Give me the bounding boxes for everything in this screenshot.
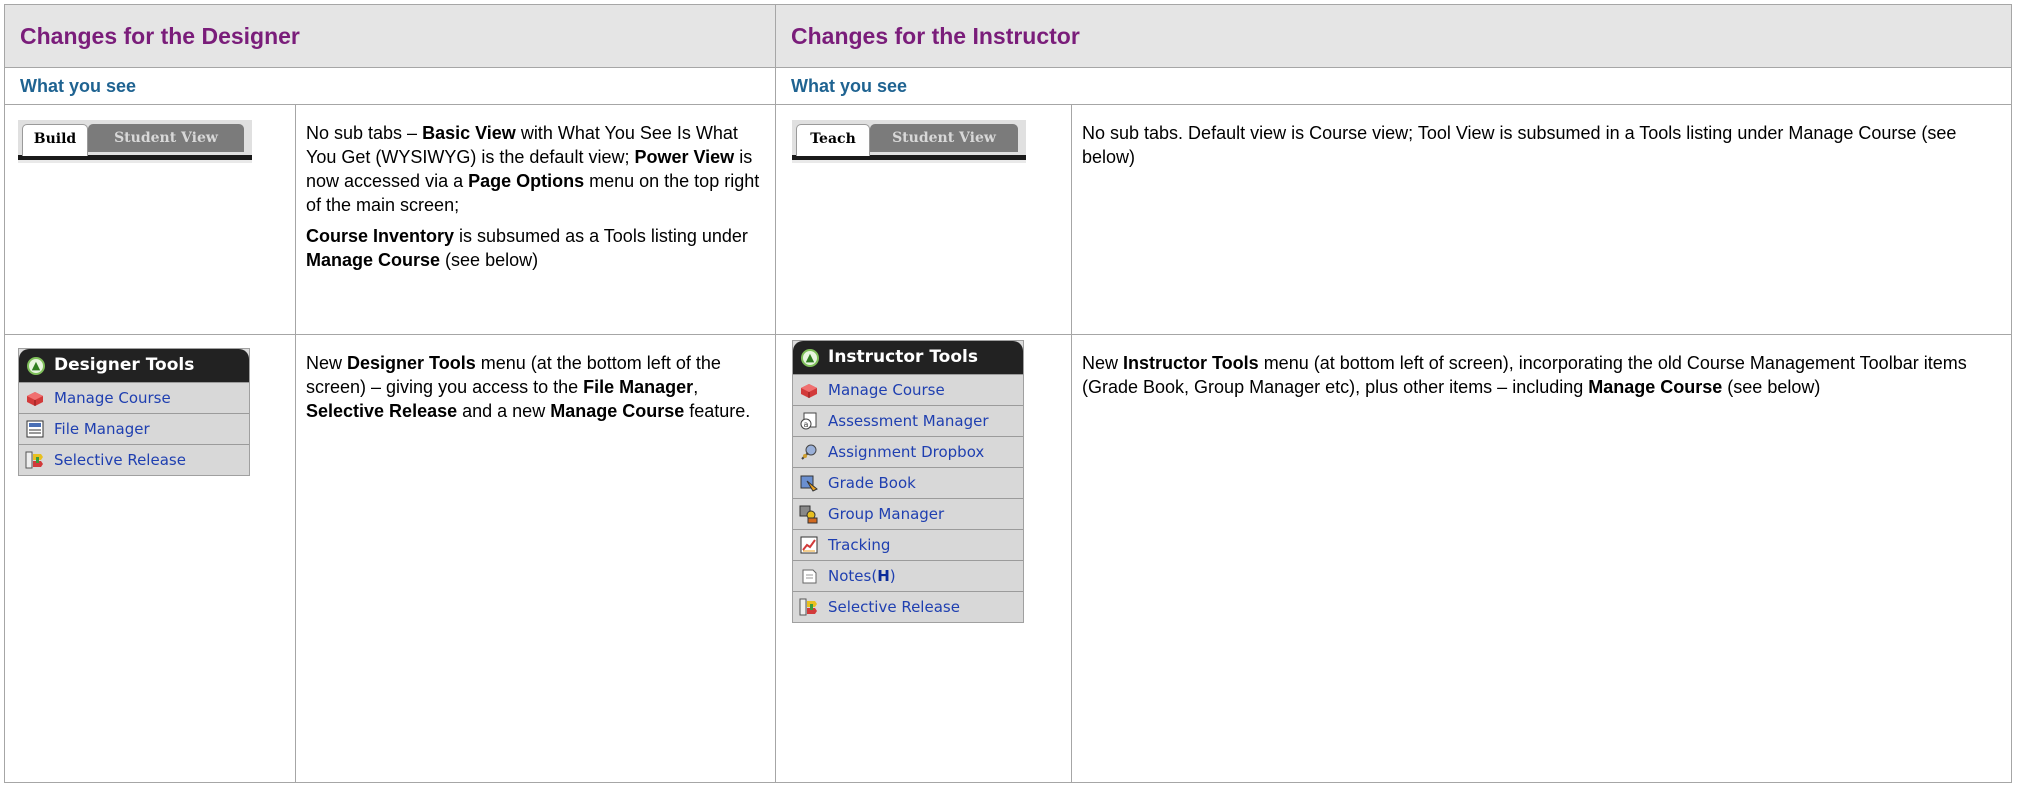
tab-build[interactable]: Build: [22, 124, 88, 156]
menu-item-manage-course[interactable]: Manage Course: [19, 382, 249, 413]
instructor-row1-description: No sub tabs. Default view is Course view…: [1071, 104, 2012, 335]
designer-header: Changes for the Designer: [20, 23, 300, 49]
collapse-icon: ▲: [801, 348, 819, 367]
menu-item-grade-book[interactable]: Grade Book: [793, 467, 1023, 498]
instructor-tools-header[interactable]: ▲ Instructor Tools: [793, 341, 1023, 374]
menu-item-assignment-dropbox[interactable]: Assignment Dropbox: [793, 436, 1023, 467]
manage-course-icon: [27, 392, 43, 406]
designer-tools-header[interactable]: ▲ Designer Tools: [19, 349, 249, 382]
menu-item-group-manager[interactable]: Group Manager: [793, 498, 1023, 529]
menu-item-selective-release[interactable]: Selective Release: [19, 444, 249, 475]
instructor-header-cell: Changes for the Instructor: [775, 4, 2012, 68]
menu-item-assessment-manager[interactable]: a Assessment Manager: [793, 405, 1023, 436]
designer-row1-description: No sub tabs – Basic View with What You S…: [295, 104, 776, 335]
tracking-icon: [800, 536, 818, 554]
manage-course-icon: [801, 384, 817, 398]
menu-item-selective-release[interactable]: Selective Release: [793, 591, 1023, 622]
selective-release-icon: [799, 598, 817, 616]
designer-tools-menu: ▲ Designer Tools Manage Course File Manag…: [18, 348, 250, 476]
notes-icon: [802, 569, 817, 584]
file-manager-icon: [26, 420, 44, 438]
document-page: Changes for the Designer Changes for the…: [0, 0, 2020, 785]
selective-release-icon: [25, 451, 43, 469]
group-manager-icon: [799, 505, 818, 524]
designer-header-cell: Changes for the Designer: [4, 4, 776, 68]
instructor-tab-bar: Teach Student View: [792, 120, 1026, 163]
menu-item-file-manager[interactable]: File Manager: [19, 413, 249, 444]
assessment-manager-icon: a: [800, 412, 817, 430]
instructor-row2-description: New Instructor Tools menu (at bottom lef…: [1071, 334, 2012, 783]
designer-subheader-cell: What you see: [4, 67, 776, 105]
designer-tab-bar: Build Student View: [18, 120, 252, 163]
instructor-tools-menu: ▲ Instructor Tools Manage Course a Assess…: [792, 340, 1024, 623]
tab-student-view-instructor[interactable]: Student View: [870, 124, 1018, 152]
menu-item-tracking[interactable]: Tracking: [793, 529, 1023, 560]
svg-text:a: a: [804, 420, 809, 429]
assignment-dropbox-icon: [801, 444, 817, 460]
designer-subheader: What you see: [20, 76, 137, 96]
instructor-subheader: What you see: [791, 76, 908, 96]
designer-row2-description: New Designer Tools menu (at the bottom l…: [295, 334, 776, 783]
menu-item-notes[interactable]: Notes(H): [793, 560, 1023, 591]
grade-book-icon: [800, 475, 818, 492]
collapse-icon: ▲: [27, 356, 45, 375]
instructor-subheader-cell: What you see: [775, 67, 2012, 105]
instructor-header: Changes for the Instructor: [791, 23, 1080, 49]
tab-teach[interactable]: Teach: [796, 124, 870, 156]
menu-item-manage-course[interactable]: Manage Course: [793, 374, 1023, 405]
tab-student-view[interactable]: Student View: [88, 124, 244, 152]
